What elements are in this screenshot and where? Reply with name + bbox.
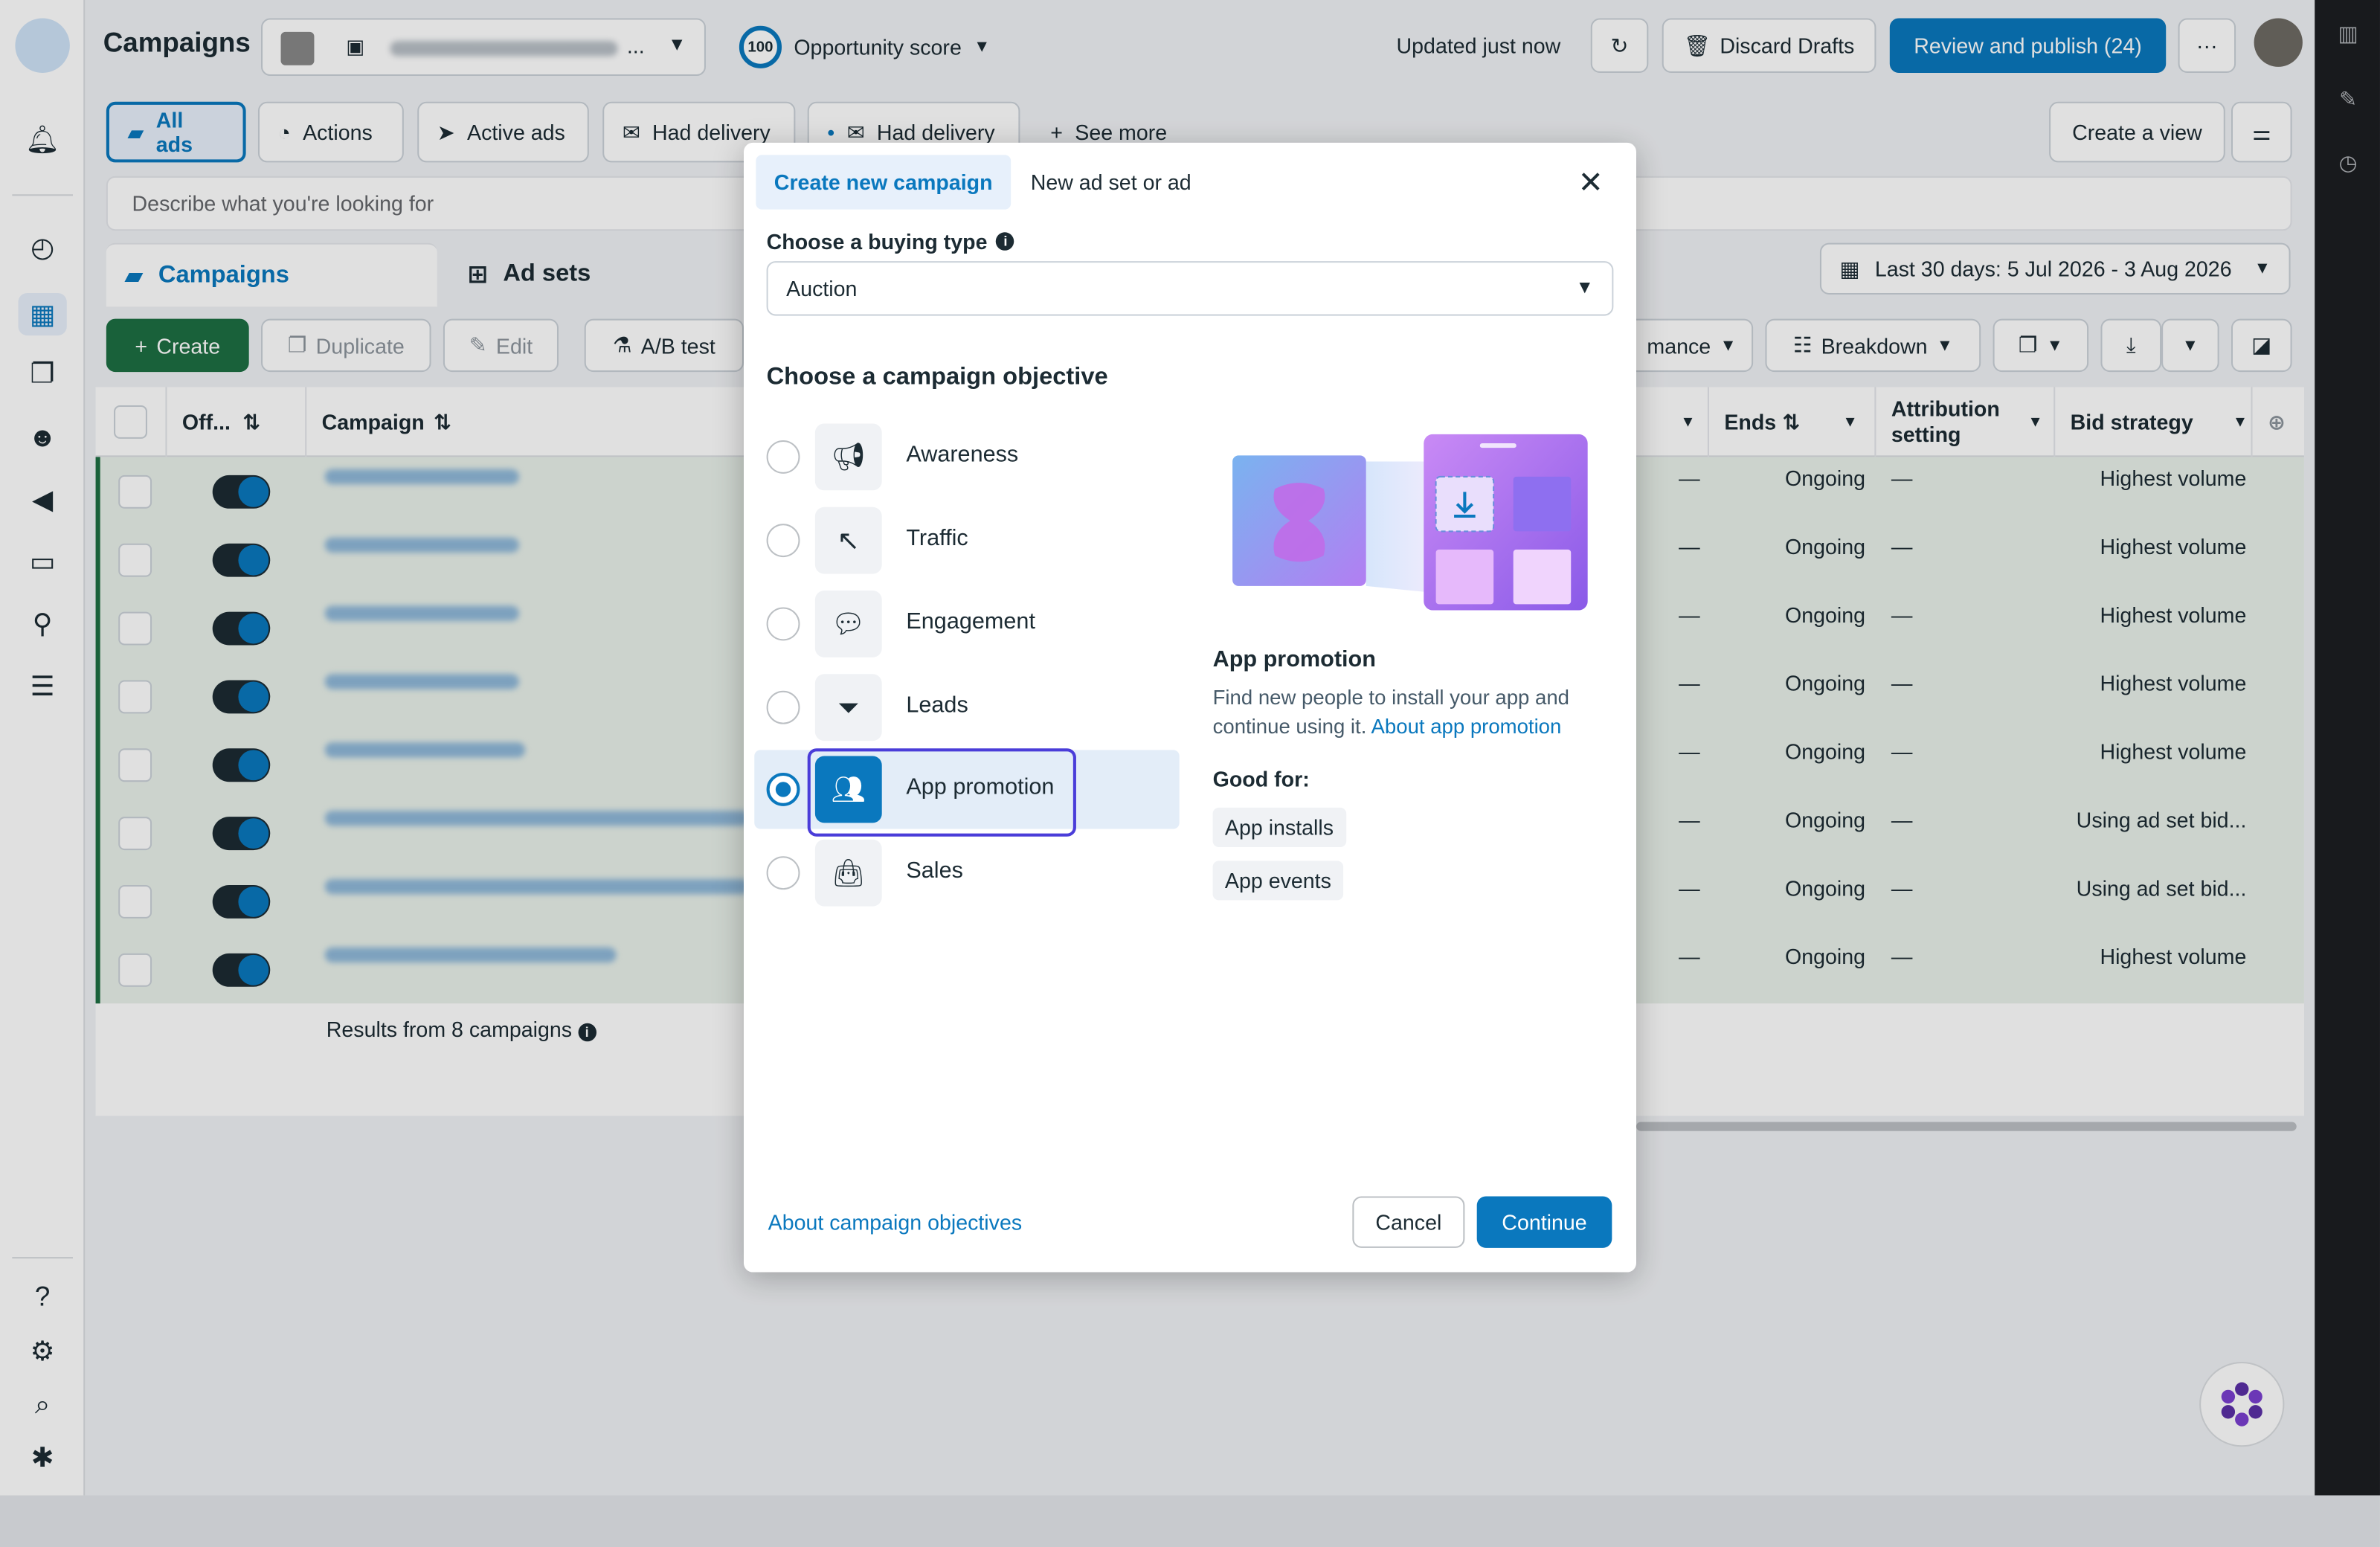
radio-button[interactable] <box>766 440 800 474</box>
buying-type-text: Choose a buying type <box>766 229 988 254</box>
ads-manager-app: 🔔︎ ◴ ▦ ❐ ☻ ◀︎ ▭ ⚲ ☰ ? ⚙︎ ⌕ ✱ Campaigns ▣… <box>0 0 2380 1547</box>
cancel-button[interactable]: Cancel <box>1352 1196 1465 1248</box>
buying-type-label: Choose a buying type i <box>767 229 1015 254</box>
chevron-down-icon: ▼ <box>1575 276 1594 298</box>
megaphone-icon: 📢︎ <box>814 423 882 491</box>
buying-type-select[interactable]: Auction ▼ <box>766 261 1614 316</box>
radio-button-selected[interactable] <box>766 772 800 806</box>
objective-traffic[interactable]: ↖ Traffic <box>754 501 1179 580</box>
objective-label: Traffic <box>906 525 968 551</box>
close-icon[interactable]: ✕ <box>1572 164 1609 200</box>
about-app-promotion-link[interactable]: About app promotion <box>1371 715 1562 738</box>
objective-label: Engagement <box>906 608 1035 635</box>
objective-app-promotion[interactable]: 👥︎ App promotion <box>754 748 1180 837</box>
about-campaign-objectives-link[interactable]: About campaign objectives <box>768 1210 1022 1235</box>
buying-type-value: Auction <box>786 276 858 301</box>
objective-engagement[interactable]: 💬︎ Engagement <box>754 585 1179 663</box>
objective-detail-title: App promotion <box>1212 646 1376 673</box>
radio-button[interactable] <box>766 690 800 724</box>
cursor-icon: ↖ <box>814 506 882 574</box>
continue-button[interactable]: Continue <box>1476 1196 1612 1248</box>
radio-button[interactable] <box>766 524 800 558</box>
radio-button[interactable] <box>766 856 800 890</box>
funnel-icon: ⏷ <box>814 674 882 742</box>
tab-create-new-campaign[interactable]: Create new campaign <box>756 155 1012 210</box>
tab-new-adset-or-ad[interactable]: New ad set or ad <box>1012 155 1209 209</box>
focus-ring <box>807 748 1076 837</box>
objective-detail-description: Find new people to install your app and … <box>1213 684 1608 742</box>
objective-label: Leads <box>906 692 968 718</box>
objective-leads[interactable]: ⏷ Leads <box>754 668 1179 747</box>
good-for-label: Good for: <box>1212 766 1310 791</box>
objective-heading: Choose a campaign objective <box>766 364 1108 390</box>
create-campaign-dialog: Create new campaign New ad set or ad ✕ C… <box>743 142 1636 1273</box>
objective-sales[interactable]: 👜︎ Sales <box>754 834 1179 913</box>
good-for-app-installs: App installs <box>1212 807 1346 847</box>
app-promotion-illustration <box>1232 434 1588 611</box>
objective-label: Awareness <box>906 441 1019 468</box>
chat-icon: 💬︎ <box>814 591 882 657</box>
good-for-app-events: App events <box>1212 861 1344 901</box>
info-icon[interactable]: i <box>996 232 1015 251</box>
radio-button[interactable] <box>766 607 800 641</box>
objective-awareness[interactable]: 📢︎ Awareness <box>754 417 1179 496</box>
objective-label: Sales <box>906 858 963 884</box>
shopping-bag-icon: 👜︎ <box>814 839 882 907</box>
